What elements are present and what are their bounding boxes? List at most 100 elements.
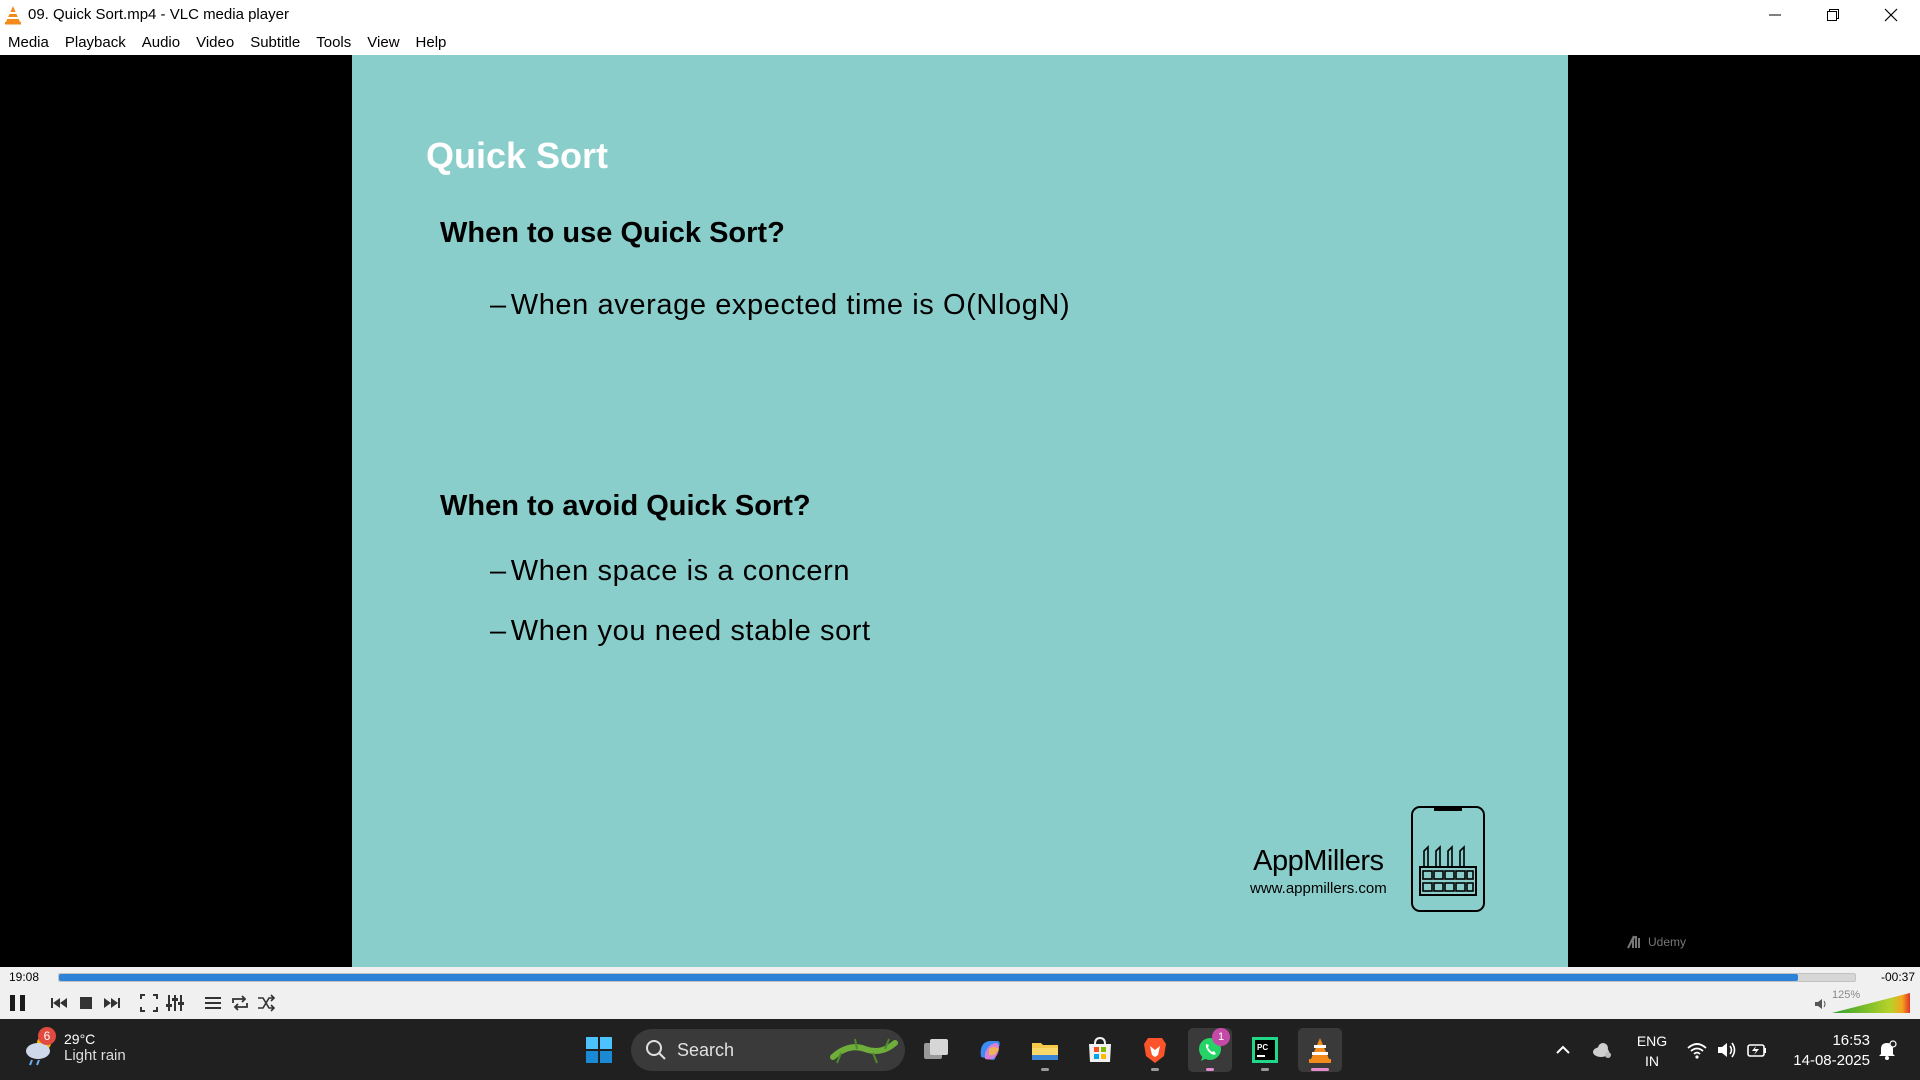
language-code: ENG xyxy=(1636,1033,1668,1049)
vlc-taskbar-button[interactable] xyxy=(1298,1028,1342,1072)
title-bar: 09. Quick Sort.mp4 - VLC media player xyxy=(0,0,1920,29)
weather-alert-badge: 6 xyxy=(38,1027,56,1045)
skip-back-icon xyxy=(51,998,67,1008)
shuffle-button[interactable] xyxy=(255,990,277,1016)
battery-tray-button[interactable] xyxy=(1744,1019,1770,1080)
volume-tray-button[interactable] xyxy=(1714,1019,1740,1080)
fullscreen-icon xyxy=(140,994,158,1012)
menu-video[interactable]: Video xyxy=(196,34,234,51)
volume-wedge xyxy=(1832,993,1910,1013)
playlist-button[interactable] xyxy=(202,990,224,1016)
stop-button[interactable] xyxy=(75,990,97,1016)
next-button[interactable] xyxy=(101,990,123,1016)
udemy-watermark-text: Udemy xyxy=(1648,935,1687,949)
bullet-text: When space is a concern xyxy=(510,555,851,587)
video-frame-slide: Quick Sort When to use Quick Sort? – When… xyxy=(352,55,1568,967)
notification-bell-icon xyxy=(1879,1039,1897,1060)
store-bag-icon xyxy=(1089,1036,1111,1062)
onedrive-tray-button[interactable] xyxy=(1587,1019,1617,1080)
taskbar-search[interactable]: Search xyxy=(631,1029,905,1071)
menu-bar: Media Playback Audio Video Subtitle Tool… xyxy=(0,29,1920,55)
whatsapp-button[interactable]: 1 xyxy=(1188,1028,1232,1072)
menu-media[interactable]: Media xyxy=(8,34,49,51)
speaker-icon xyxy=(1815,999,1826,1009)
elapsed-time[interactable]: 19:08 xyxy=(9,970,39,984)
video-surface[interactable]: Quick Sort When to use Quick Sort? – When… xyxy=(0,55,1920,967)
bullet-dash: – xyxy=(490,555,507,587)
show-hidden-icons-button[interactable] xyxy=(1550,1019,1576,1080)
region-code: IN xyxy=(1645,1053,1659,1069)
copilot-button[interactable] xyxy=(968,1028,1012,1072)
brand-url: www.appmillers.com xyxy=(1250,880,1387,897)
brand-block: AppMillers www.appmillers.com xyxy=(1250,845,1387,897)
menu-help[interactable]: Help xyxy=(416,34,447,51)
shuffle-icon xyxy=(258,994,276,1012)
onedrive-cloud-icon xyxy=(1593,1042,1611,1058)
folder-icon xyxy=(1032,1043,1058,1060)
window-controls xyxy=(1746,0,1920,29)
weather-description: Light rain xyxy=(64,1046,126,1064)
minimize-button[interactable] xyxy=(1746,0,1804,29)
search-label: Search xyxy=(677,1039,735,1060)
loop-button[interactable] xyxy=(229,990,251,1016)
search-highlight-lizard-icon xyxy=(830,1038,898,1064)
task-view-icon xyxy=(924,1039,948,1059)
previous-button[interactable] xyxy=(48,990,70,1016)
brave-browser-button[interactable] xyxy=(1133,1028,1177,1072)
playlist-icon xyxy=(205,997,221,1009)
menu-audio[interactable]: Audio xyxy=(142,34,180,51)
menu-playback[interactable]: Playback xyxy=(65,34,126,51)
loop-icon xyxy=(232,995,248,1011)
wifi-tray-button[interactable] xyxy=(1684,1019,1710,1080)
udemy-logo-icon xyxy=(1627,935,1640,949)
menu-view[interactable]: View xyxy=(367,34,399,51)
svg-text:PC: PC xyxy=(1257,1043,1268,1052)
restore-button[interactable] xyxy=(1804,0,1862,29)
remaining-time[interactable]: -00:37 xyxy=(1881,970,1915,984)
speaker-icon xyxy=(1718,1042,1736,1057)
seek-row: 19:08 -00:37 xyxy=(0,967,1920,987)
weather-cloud-icon: 6 xyxy=(20,1027,60,1067)
seek-progress xyxy=(59,974,1798,981)
weather-widget[interactable]: 6 29°C Light rain xyxy=(20,1027,126,1067)
window-title: 09. Quick Sort.mp4 - VLC media player xyxy=(28,6,289,23)
minimize-icon xyxy=(1769,14,1781,15)
stop-icon xyxy=(80,997,92,1009)
active-indicator xyxy=(1311,1068,1329,1071)
fullscreen-button[interactable] xyxy=(138,990,160,1016)
pycharm-button[interactable]: PC xyxy=(1243,1028,1287,1072)
equalizer-sliders-icon xyxy=(166,995,184,1011)
battery-charging-icon xyxy=(1747,1043,1766,1057)
menu-tools[interactable]: Tools xyxy=(316,34,351,51)
close-icon xyxy=(1884,8,1898,21)
bullet-dash: – xyxy=(490,289,507,321)
running-indicator xyxy=(1151,1068,1159,1071)
input-language-indicator[interactable]: ENG IN xyxy=(1632,1031,1672,1071)
file-explorer-button[interactable] xyxy=(1023,1028,1067,1072)
clock-date: 14-08-2025 xyxy=(1793,1052,1870,1069)
vlc-cone-icon xyxy=(1309,1038,1331,1063)
taskbar-clock[interactable]: 16:53 14-08-2025 xyxy=(1780,1031,1870,1071)
pause-icon xyxy=(10,995,25,1011)
microsoft-store-button[interactable] xyxy=(1078,1028,1122,1072)
task-view-button[interactable] xyxy=(914,1028,958,1072)
slide-bullet-use: – When average expected time is O(NlogN) xyxy=(490,289,1070,322)
slide-title: Quick Sort xyxy=(426,135,609,176)
menu-subtitle[interactable]: Subtitle xyxy=(250,34,300,51)
weather-temperature: 29°C xyxy=(64,1030,96,1047)
running-indicator xyxy=(1041,1068,1049,1071)
notifications-button[interactable] xyxy=(1874,1019,1900,1080)
slide-bullet-avoid-1: – When space is a concern xyxy=(490,555,850,588)
close-button[interactable] xyxy=(1862,0,1920,29)
control-row: 125% xyxy=(0,987,1920,1019)
start-button[interactable] xyxy=(577,1028,621,1072)
seek-slider[interactable] xyxy=(58,973,1856,982)
volume-slider[interactable]: 125% xyxy=(1814,989,1914,1016)
weather-text: 29°C Light rain xyxy=(64,1031,126,1064)
extended-settings-button[interactable] xyxy=(164,990,186,1016)
copilot-icon xyxy=(980,1041,1000,1060)
pycharm-icon: PC xyxy=(1252,1037,1278,1063)
chevron-up-icon xyxy=(1556,1045,1570,1054)
wifi-icon xyxy=(1687,1042,1707,1059)
pause-button[interactable] xyxy=(6,990,30,1016)
